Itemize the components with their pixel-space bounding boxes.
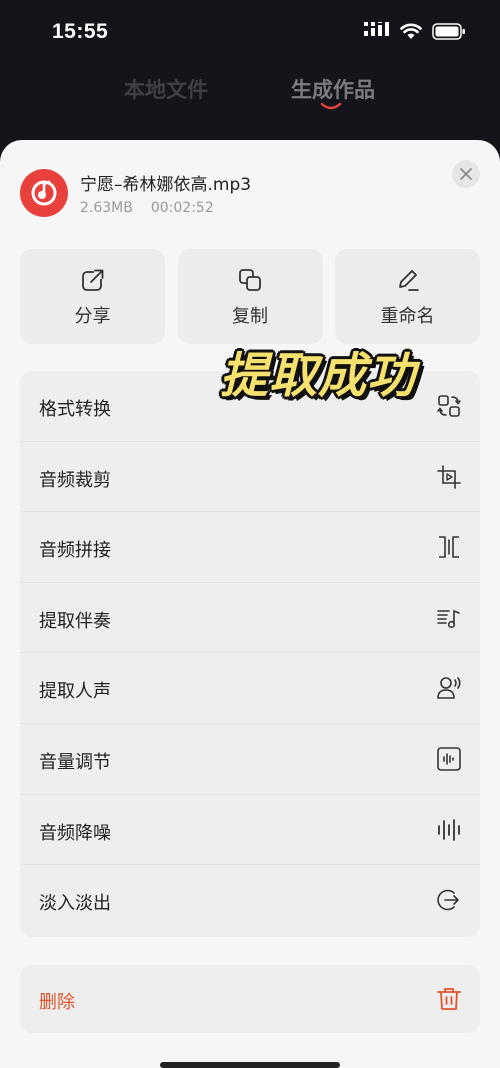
status-icons [364, 22, 466, 40]
tab-local-files[interactable]: 本地文件 [124, 74, 208, 104]
audio-tools-menu: 格式转换 音频裁剪 音频拼接 提取伴奏 提取人声 音量调节 音频降噪 淡入淡出 [20, 371, 480, 937]
file-actions-sheet: 宁愿–希林娜依高.mp3 2.63MB 00:02:52 分享 复制 重命名 格… [0, 140, 500, 1068]
menu-item-label: 提取人声 [39, 681, 111, 703]
denoise-icon [438, 818, 460, 841]
menu-item-extract-accompaniment[interactable]: 提取伴奏 [20, 583, 480, 654]
rename-icon [398, 270, 419, 291]
quick-actions: 分享 复制 重命名 [20, 249, 480, 344]
copy-icon [239, 269, 261, 291]
extraction-success-overlay: 提取成功 [220, 348, 417, 404]
battery-icon [432, 22, 465, 40]
copy-label: 复制 [232, 306, 268, 327]
music-file-icon [20, 169, 68, 217]
format-convert-icon [437, 395, 461, 417]
share-label: 分享 [74, 306, 111, 327]
share-button[interactable]: 分享 [20, 249, 165, 344]
copy-button[interactable]: 复制 [177, 249, 323, 344]
menu-item-extract-voice[interactable]: 提取人声 [20, 653, 480, 724]
menu-item-label: 格式转换 [39, 399, 111, 420]
menu-item-label: 淡入淡出 [39, 893, 111, 915]
voice-icon [437, 677, 461, 700]
cellular-signal-icon [364, 22, 389, 36]
menu-item-label: 提取伴奏 [39, 610, 111, 632]
menu-item-volume-adjust[interactable]: 音量调节 [20, 724, 480, 795]
splice-icon [439, 536, 459, 558]
crop-icon [437, 464, 461, 489]
menu-item-noise-reduction[interactable]: 音频降噪 [20, 795, 480, 866]
home-indicator [160, 1062, 340, 1068]
file-duration: 00:02:52 [150, 200, 214, 216]
fade-icon [437, 889, 459, 911]
menu-item-label: 音量调节 [39, 751, 111, 773]
menu-item-audio-splice[interactable]: 音频拼接 [20, 512, 480, 583]
menu-item-fade-in-out[interactable]: 淡入淡出 [20, 865, 480, 936]
rename-label: 重命名 [380, 306, 435, 327]
accompaniment-icon [437, 609, 460, 628]
menu-item-label: 音频拼接 [39, 540, 111, 562]
status-bar: 15:55 [0, 0, 500, 66]
menu-item-audio-crop[interactable]: 音频裁剪 [20, 442, 480, 513]
top-tabs: 本地文件 生成作品 [0, 66, 500, 126]
menu-item-label: 音频裁剪 [39, 469, 111, 491]
volume-icon [437, 747, 461, 771]
share-icon [81, 269, 104, 291]
tab-active-indicator [320, 102, 342, 110]
file-size: 2.63MB [80, 200, 133, 216]
close-button[interactable] [452, 160, 480, 188]
delete-button[interactable]: 删除 [20, 965, 480, 1033]
file-name: 宁愿–希林娜依高.mp3 [80, 175, 252, 195]
wifi-icon [400, 23, 422, 39]
tab-generated-works[interactable]: 生成作品 [291, 74, 375, 104]
trash-icon [437, 988, 461, 1010]
menu-item-label: 音频降噪 [39, 822, 111, 844]
status-time: 15:55 [52, 20, 109, 43]
file-header: 宁愿–希林娜依高.mp3 2.63MB 00:02:52 [0, 140, 500, 235]
rename-button[interactable]: 重命名 [335, 249, 480, 344]
delete-label: 删除 [39, 992, 75, 1013]
file-meta: 2.63MB 00:02:52 [80, 200, 214, 216]
close-icon [460, 168, 472, 180]
